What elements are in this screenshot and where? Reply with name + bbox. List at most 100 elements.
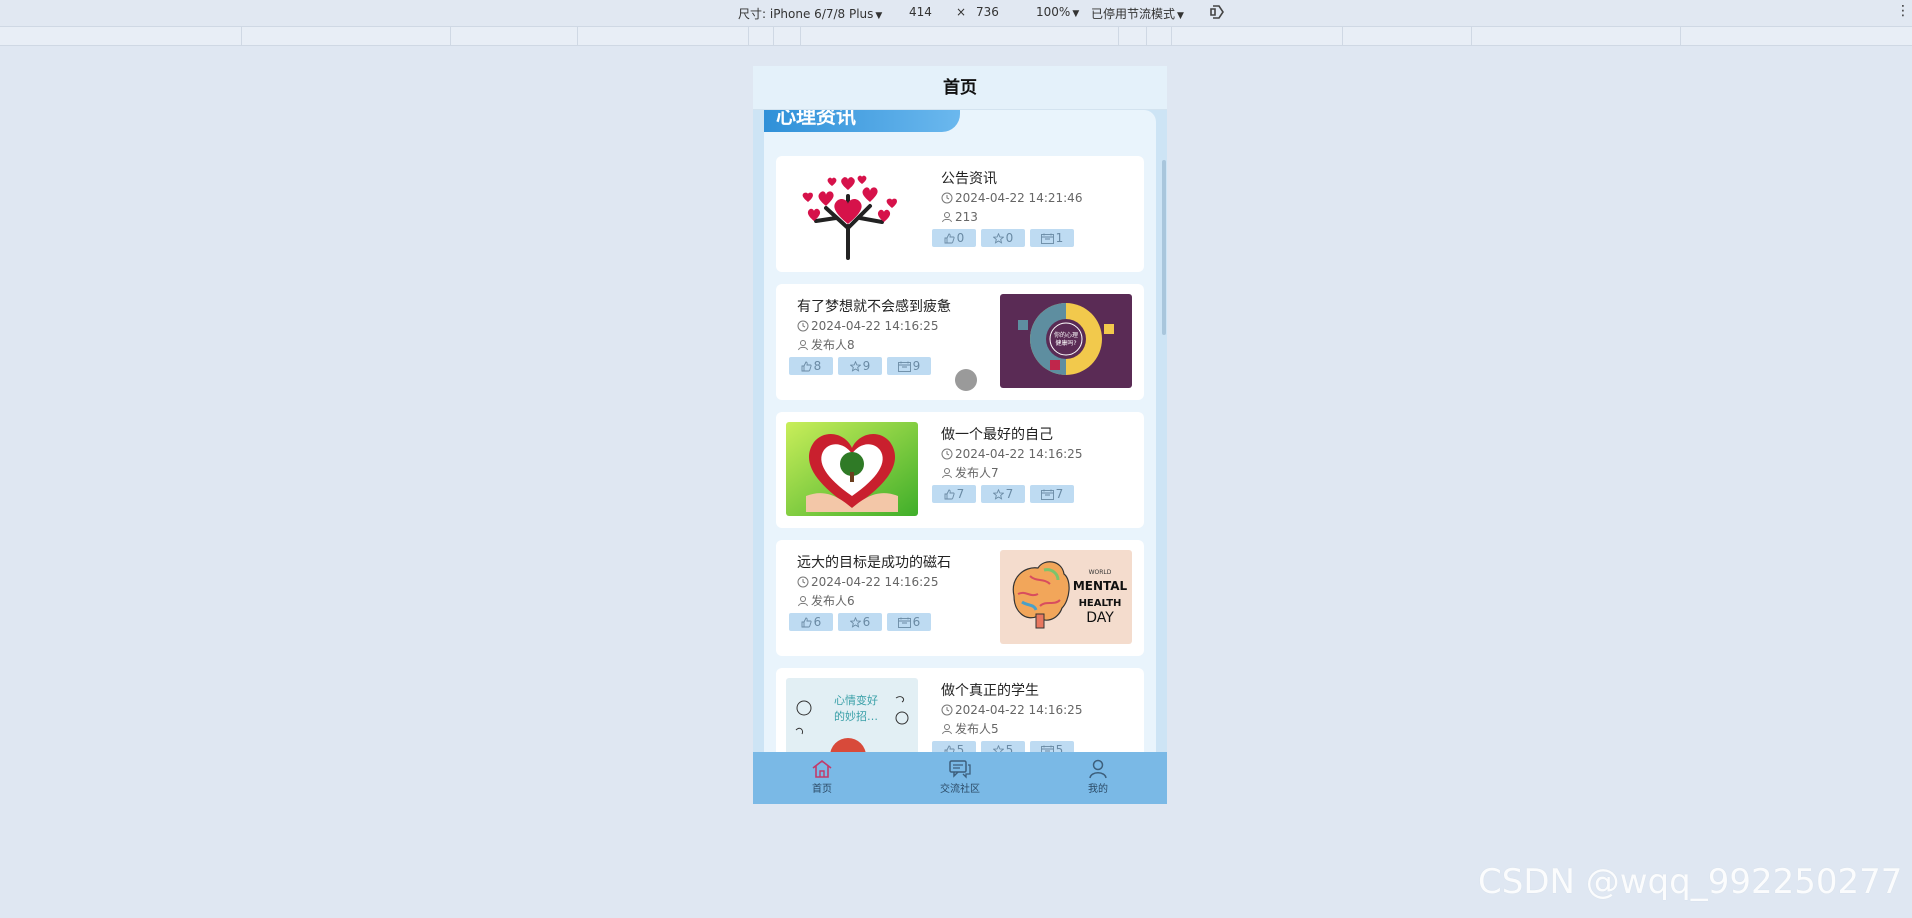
author-text: 发布人5 <box>955 722 999 736</box>
calendar-icon <box>1040 489 1054 500</box>
article-stats: 8 9 9 <box>789 357 931 375</box>
star-icon <box>849 360 861 372</box>
calendar-icon <box>897 617 911 628</box>
date-text: 2024-04-22 14:16:25 <box>955 702 1083 717</box>
article-author: 发布人5 <box>941 719 1141 738</box>
mood-tips-image: 心情变好 的妙招… <box>786 678 918 752</box>
favorite-count: 9 <box>862 359 871 373</box>
tab-community[interactable]: 交流社区 <box>891 752 1029 804</box>
article-thumbnail <box>786 422 918 516</box>
like-badge[interactable]: 7 <box>932 485 976 503</box>
view-count: 9 <box>912 359 921 373</box>
tab-label: 我的 <box>1088 784 1108 795</box>
view-badge[interactable]: 1 <box>1030 229 1074 247</box>
svg-text:DAY: DAY <box>1086 610 1114 626</box>
tab-profile[interactable]: 我的 <box>1029 752 1167 804</box>
view-badge[interactable]: 5 <box>1030 741 1074 752</box>
star-icon <box>992 232 1004 244</box>
rotate-icon[interactable] <box>1208 3 1226 21</box>
throttle-select[interactable]: 已停用节流模式 ▼ <box>1091 5 1184 22</box>
article-date: 2024-04-22 14:21:46 <box>941 188 1141 207</box>
date-text: 2024-04-22 14:16:25 <box>811 318 939 333</box>
article-info: 做个真正的学生 2024-04-22 14:16:25 发布人5 <box>941 680 1141 738</box>
media-query-ruler <box>0 26 1912 46</box>
author-text: 发布人7 <box>955 466 999 480</box>
more-options-icon[interactable]: ⋮ <box>1896 3 1910 19</box>
author-text: 发布人8 <box>811 338 855 352</box>
device-label: 尺寸: iPhone 6/7/8 Plus <box>738 7 874 21</box>
like-badge[interactable]: 0 <box>932 229 976 247</box>
zoom-select[interactable]: 100% ▼ <box>1036 5 1079 19</box>
star-icon <box>992 488 1004 500</box>
article-card[interactable]: 心情变好 的妙招… 做个真正的学生 2024-04-22 14:16:25 发布… <box>776 668 1144 752</box>
article-thumbnail <box>786 166 918 260</box>
view-count: 5 <box>1055 743 1064 752</box>
favorite-badge[interactable]: 6 <box>838 613 882 631</box>
article-stats: 5 5 5 <box>932 741 1074 752</box>
favorite-badge[interactable]: 5 <box>981 741 1025 752</box>
view-badge[interactable]: 6 <box>887 613 931 631</box>
article-date: 2024-04-22 14:16:25 <box>941 444 1141 463</box>
chat-icon <box>949 760 971 779</box>
article-stats: 7 7 7 <box>932 485 1074 503</box>
clock-icon <box>797 320 809 331</box>
like-badge[interactable]: 5 <box>932 741 976 752</box>
clock-icon <box>941 448 953 459</box>
thumbs-up-icon <box>944 745 955 752</box>
article-title: 有了梦想就不会感到疲惫 <box>797 299 951 315</box>
dimension-separator: × <box>956 5 967 19</box>
favorite-badge[interactable]: 7 <box>981 485 1025 503</box>
calendar-icon <box>1040 745 1054 752</box>
tab-home[interactable]: 首页 <box>753 752 891 804</box>
scrollbar[interactable] <box>1162 160 1166 335</box>
thumbs-up-icon <box>801 361 812 371</box>
device-select[interactable]: 尺寸: iPhone 6/7/8 Plus ▼ <box>738 5 882 22</box>
calendar-icon <box>897 361 911 372</box>
article-card[interactable]: WORLD MENTAL HEALTH DAY 远大的目标是成功的磁石 2024… <box>776 540 1144 656</box>
zoom-label: 100% <box>1036 5 1071 19</box>
chevron-down-icon: ▼ <box>1072 9 1080 19</box>
section-header: 心理资讯 <box>764 110 960 132</box>
article-title: 做个真正的学生 <box>941 683 1039 699</box>
user-icon <box>798 595 808 606</box>
like-badge[interactable]: 8 <box>789 357 833 375</box>
article-stats: 0 0 1 <box>932 229 1074 247</box>
view-count: 1 <box>1055 231 1064 245</box>
tab-label: 首页 <box>812 784 832 795</box>
article-info: 公告资讯 2024-04-22 14:21:46 213 <box>941 168 1141 226</box>
like-badge[interactable]: 6 <box>789 613 833 631</box>
calendar-icon <box>1040 233 1054 244</box>
article-author: 213 <box>941 207 1141 226</box>
clock-icon <box>941 192 953 203</box>
favorite-badge[interactable]: 0 <box>981 229 1025 247</box>
view-badge[interactable]: 9 <box>887 357 931 375</box>
article-card[interactable]: 做一个最好的自己 2024-04-22 14:16:25 发布人7 7 7 7 <box>776 412 1144 528</box>
favorite-badge[interactable]: 9 <box>838 357 882 375</box>
section-title: 心理资讯 <box>776 110 856 128</box>
favorite-count: 6 <box>862 615 871 629</box>
content-scroll-area[interactable]: 心理资讯 公告资讯 2024-04-22 14:21:46 213 0 0 1 … <box>753 110 1167 752</box>
svg-text:MENTAL: MENTAL <box>1073 579 1128 593</box>
svg-text:WORLD: WORLD <box>1089 569 1112 576</box>
like-count: 5 <box>956 743 965 752</box>
article-info: 做一个最好的自己 2024-04-22 14:16:25 发布人7 <box>941 424 1141 482</box>
article-card[interactable]: 公告资讯 2024-04-22 14:21:46 213 0 0 1 <box>776 156 1144 272</box>
heart-tree-image <box>786 166 918 260</box>
height-field[interactable]: 736 <box>976 5 999 19</box>
home-icon <box>812 759 832 778</box>
article-author: 发布人7 <box>941 463 1141 482</box>
date-text: 2024-04-22 14:16:25 <box>955 446 1083 461</box>
article-thumbnail: WORLD MENTAL HEALTH DAY <box>1000 550 1132 644</box>
svg-text:HEALTH: HEALTH <box>1079 598 1122 609</box>
throttle-label: 已停用节流模式 <box>1091 7 1176 21</box>
width-field[interactable]: 414 <box>909 5 932 19</box>
svg-text:你的心理: 你的心理 <box>1054 331 1078 339</box>
view-badge[interactable]: 7 <box>1030 485 1074 503</box>
svg-text:的妙招…: 的妙招… <box>834 709 878 723</box>
watermark: CSDN @wqq_992250277 <box>1478 862 1903 902</box>
article-title: 远大的目标是成功的磁石 <box>797 555 951 571</box>
user-icon <box>798 339 808 350</box>
svg-text:健康吗?: 健康吗? <box>1055 339 1076 347</box>
chevron-down-icon: ▼ <box>875 11 883 21</box>
user-icon <box>942 467 952 478</box>
